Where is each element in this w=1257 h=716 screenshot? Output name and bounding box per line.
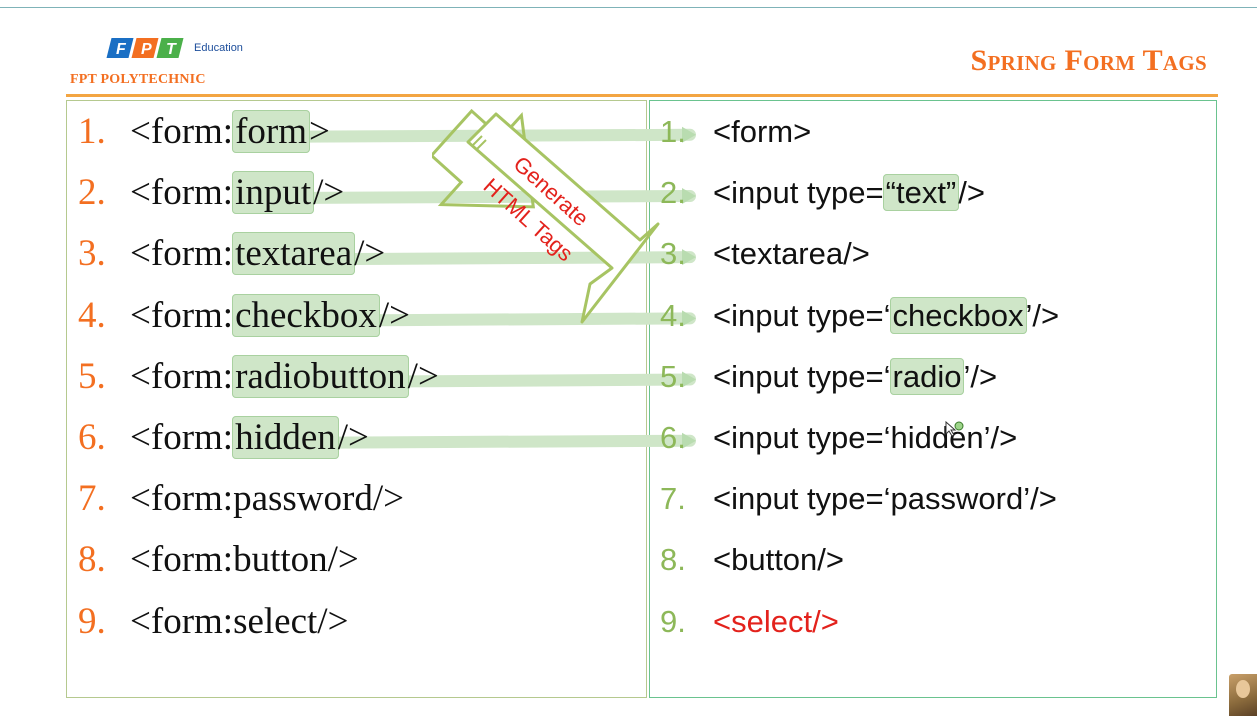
tag-text: <form:select/>: [130, 600, 349, 642]
item-number: 5.: [660, 358, 686, 394]
tag-suffix: />: [313, 172, 345, 214]
item-number: 9.: [660, 603, 686, 639]
svg-text:P: P: [141, 41, 152, 58]
tag-highlight: input: [232, 171, 315, 215]
tag-suffix: />: [378, 294, 411, 336]
slide-title: Spring Form Tags: [970, 44, 1207, 77]
right-item-6: 6. <input type=‘hidden’/>: [660, 410, 1059, 471]
tag-text: <input type=‘: [713, 297, 891, 333]
svg-text:T: T: [166, 41, 177, 58]
fpt-logo: F P T Education FPT POLYTECHNIC: [70, 30, 250, 90]
right-item-9: 9. <select/>: [660, 594, 1059, 655]
tag-text: <form:: [130, 294, 234, 336]
right-item-2: 2. <input type=“text”/>: [660, 165, 1059, 226]
tag-text: <form:: [130, 111, 234, 152]
right-item-4: 4. <input type=‘checkbox’/>: [660, 288, 1059, 349]
tag-suffix: />: [958, 175, 985, 211]
tag-text: <input type=‘: [713, 358, 891, 394]
logo-education-label: Education: [194, 42, 243, 54]
html-tag-list: 1. <form> 2. <input type=“text”/> 3. <textare…: [660, 104, 1059, 655]
top-rule: [0, 7, 1257, 8]
tag-highlight: “text”: [882, 174, 960, 212]
item-number: 7.: [78, 478, 106, 520]
tag-suffix: >: [309, 111, 330, 152]
left-item-6: 6. <form:hidden/>: [78, 410, 439, 471]
left-item-3: 3. <form:textarea/>: [78, 226, 439, 287]
item-number: 5.: [78, 355, 106, 397]
tag-highlight: textarea: [232, 232, 356, 276]
tag-text: <form>: [713, 114, 812, 149]
tag-highlight: form: [232, 110, 311, 153]
right-item-1: 1. <form>: [660, 104, 1059, 165]
item-number: 9.: [78, 600, 106, 642]
left-item-7: 7. <form:password/>: [78, 471, 439, 532]
tag-highlight: checkbox: [232, 293, 380, 337]
tag-text: <form:: [130, 233, 234, 275]
item-number: 2.: [78, 172, 106, 214]
tag-text: <input type=‘password’/>: [713, 481, 1057, 517]
tag-highlight: hidden: [232, 415, 339, 459]
item-number: 4.: [78, 294, 106, 336]
tag-suffix: />: [337, 416, 369, 458]
left-item-2: 2. <form:input/>: [78, 165, 439, 226]
left-item-9: 9. <form:select/>: [78, 594, 439, 655]
tag-suffix: ’/>: [1025, 297, 1060, 333]
title-rule: [66, 94, 1218, 97]
left-item-5: 5. <form:radiobutton/>: [78, 349, 439, 410]
presenter-avatar: [1229, 674, 1257, 716]
right-item-5: 5. <input type=‘radio’/>: [660, 349, 1059, 410]
fpt-logo-icon: F P T: [106, 38, 184, 58]
tag-text: <form:: [130, 355, 234, 397]
tag-text: <input type=: [713, 175, 884, 211]
tag-suffix: ’/>: [963, 358, 998, 394]
tag-highlight: radiobutton: [232, 354, 409, 398]
left-item-1: 1. <form:form>: [78, 104, 439, 165]
tag-suffix: />: [354, 233, 386, 275]
tag-highlight: checkbox: [889, 296, 1027, 334]
tag-text: <textarea/>: [713, 236, 870, 272]
svg-text:F: F: [116, 41, 127, 58]
tag-text: <form:password/>: [130, 478, 404, 520]
generate-callout-arrow: Generate HTML Tags: [432, 108, 660, 324]
tag-text: <button/>: [713, 542, 845, 578]
tag-text: <form:: [130, 172, 234, 214]
mouse-cursor-icon: [945, 421, 964, 437]
tag-text: <input type=‘hidden’/>: [713, 419, 1018, 455]
tag-text: <form:: [130, 416, 234, 458]
item-number: 8.: [78, 539, 106, 581]
item-number: 7.: [660, 481, 686, 517]
right-item-8: 8. <button/>: [660, 532, 1059, 593]
item-number: 6.: [78, 416, 106, 458]
item-number: 1.: [78, 111, 106, 152]
tag-text: <form:button/>: [130, 539, 359, 581]
item-number: 3.: [78, 233, 106, 275]
left-item-8: 8. <form:button/>: [78, 532, 439, 593]
item-number: 6.: [660, 419, 686, 455]
tag-highlight: radio: [889, 357, 965, 395]
spring-form-tag-list: 1. <form:form> 2. <form:input/> 3. <form:text…: [78, 104, 439, 655]
item-number: 8.: [660, 542, 686, 578]
right-item-7: 7. <input type=‘password’/>: [660, 471, 1059, 532]
logo-polytechnic-label: FPT POLYTECHNIC: [70, 72, 206, 87]
tag-text: <select/>: [713, 603, 839, 639]
left-item-4: 4. <form:checkbox/>: [78, 288, 439, 349]
tag-suffix: />: [407, 355, 439, 397]
right-item-3: 3. <textarea/>: [660, 226, 1059, 287]
